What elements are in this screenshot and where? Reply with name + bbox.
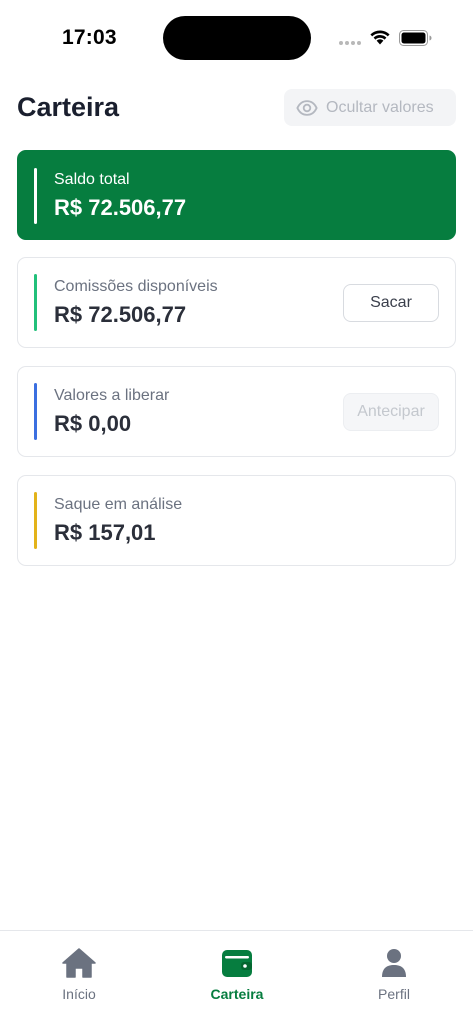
page-title: Carteira [17, 92, 120, 122]
card-accent-bar [34, 168, 37, 224]
card-accent-bar [34, 492, 37, 549]
nav-item-wallet[interactable]: Carteira [177, 947, 297, 1002]
available-commissions-label: Comissões disponíveis [54, 278, 218, 295]
wifi-icon [370, 30, 390, 45]
withdrawal-under-review-value: R$ 157,01 [54, 520, 156, 545]
nav-item-profile[interactable]: Perfil [334, 947, 454, 1002]
total-balance-value: R$ 72.506,77 [54, 195, 187, 220]
available-commissions-card: Comissões disponíveis R$ 72.506,77 Sacar [17, 257, 456, 348]
withdrawal-under-review-card: Saque em análise R$ 157,01 [17, 475, 456, 566]
wallet-screen: 17:03 Carteira Ocultar valores Saldo tot… [0, 0, 473, 1024]
wallet-icon [222, 950, 252, 977]
dynamic-island [163, 16, 311, 60]
battery-icon [399, 30, 432, 46]
status-time: 17:03 [62, 26, 117, 49]
pending-release-card: Valores a liberar R$ 0,00 Antecipar [17, 366, 456, 457]
hide-values-label: Ocultar valores [326, 98, 434, 116]
withdrawal-under-review-label: Saque em análise [54, 496, 183, 513]
user-icon [382, 949, 406, 977]
nav-label-wallet: Carteira [210, 986, 264, 1002]
total-balance-label: Saldo total [54, 171, 130, 188]
nav-label-profile: Perfil [378, 986, 410, 1002]
withdraw-button[interactable]: Sacar [343, 284, 439, 322]
card-accent-bar [34, 274, 37, 331]
available-commissions-value: R$ 72.506,77 [54, 302, 187, 327]
card-accent-bar [34, 383, 37, 440]
eye-icon [296, 99, 318, 116]
total-balance-card: Saldo total R$ 72.506,77 [17, 150, 456, 240]
pending-release-value: R$ 0,00 [54, 411, 132, 436]
nav-label-home: Início [62, 986, 96, 1002]
bottom-navigation: Início Carteira Perfil [0, 930, 473, 1024]
status-bar: 17:03 [0, 0, 473, 76]
pending-release-label: Valores a liberar [54, 387, 170, 404]
nav-item-home[interactable]: Início [19, 947, 139, 1002]
hide-values-button[interactable]: Ocultar valores [284, 89, 456, 126]
home-icon [62, 948, 96, 978]
anticipate-button[interactable]: Antecipar [343, 393, 439, 431]
cellular-signal-icon [339, 41, 361, 45]
